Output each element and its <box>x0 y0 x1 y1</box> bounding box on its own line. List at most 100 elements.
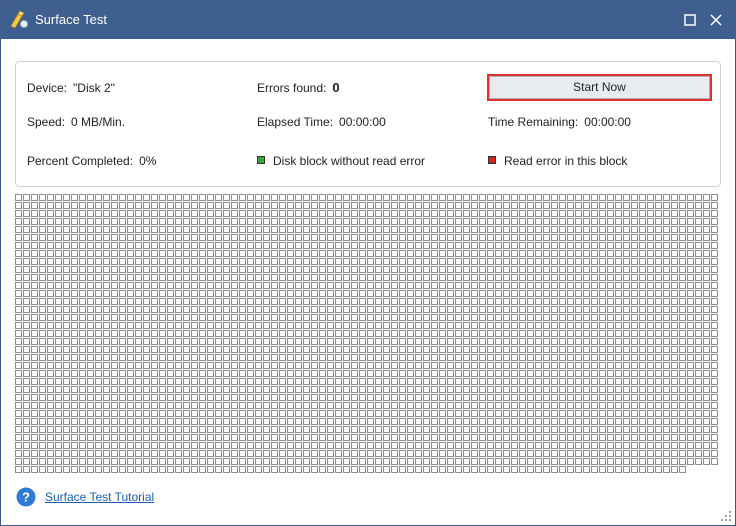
disk-block <box>367 266 374 273</box>
disk-block <box>599 266 606 273</box>
disk-block <box>511 394 518 401</box>
disk-block <box>151 274 158 281</box>
disk-block <box>703 314 710 321</box>
disk-block <box>495 210 502 217</box>
disk-block <box>303 378 310 385</box>
disk-block <box>655 250 662 257</box>
disk-block <box>479 242 486 249</box>
disk-block <box>23 242 30 249</box>
disk-block <box>567 402 574 409</box>
title-bar[interactable]: Surface Test <box>1 1 735 39</box>
disk-block <box>143 234 150 241</box>
disk-block <box>247 418 254 425</box>
disk-block <box>31 426 38 433</box>
disk-block <box>423 418 430 425</box>
surface-test-tutorial-link[interactable]: Surface Test Tutorial <box>45 490 154 504</box>
disk-block <box>79 362 86 369</box>
disk-block <box>527 330 534 337</box>
disk-block <box>79 458 86 465</box>
disk-block <box>455 378 462 385</box>
disk-block <box>343 426 350 433</box>
disk-block <box>399 338 406 345</box>
disk-block <box>183 354 190 361</box>
disk-block <box>351 434 358 441</box>
disk-block <box>143 434 150 441</box>
disk-block <box>159 226 166 233</box>
disk-block <box>271 354 278 361</box>
start-now-button[interactable]: Start Now <box>487 74 712 101</box>
disk-block <box>615 378 622 385</box>
disk-block <box>359 410 366 417</box>
disk-block <box>479 338 486 345</box>
disk-block <box>247 258 254 265</box>
disk-block <box>695 218 702 225</box>
disk-block <box>343 394 350 401</box>
disk-block <box>631 466 638 473</box>
disk-block <box>295 434 302 441</box>
disk-block <box>487 194 494 201</box>
disk-block <box>215 378 222 385</box>
disk-block <box>655 362 662 369</box>
disk-block <box>343 370 350 377</box>
maximize-icon[interactable] <box>680 10 700 30</box>
resize-grip-icon[interactable] <box>720 510 732 522</box>
disk-block <box>559 418 566 425</box>
disk-block <box>383 378 390 385</box>
disk-block <box>63 226 70 233</box>
disk-block <box>231 442 238 449</box>
disk-block <box>599 394 606 401</box>
disk-block <box>15 282 22 289</box>
disk-block <box>559 226 566 233</box>
disk-block <box>287 362 294 369</box>
disk-block <box>223 322 230 329</box>
disk-block <box>151 250 158 257</box>
disk-block <box>503 362 510 369</box>
disk-block <box>15 362 22 369</box>
disk-block <box>671 434 678 441</box>
disk-block <box>103 274 110 281</box>
disk-block <box>399 346 406 353</box>
disk-block <box>535 298 542 305</box>
disk-block <box>623 346 630 353</box>
disk-block <box>295 394 302 401</box>
disk-block <box>447 210 454 217</box>
disk-block <box>559 274 566 281</box>
disk-block <box>447 218 454 225</box>
disk-block <box>215 314 222 321</box>
elapsed-time-field: Elapsed Time: 00:00:00 <box>257 115 386 129</box>
disk-block <box>671 410 678 417</box>
disk-block <box>47 394 54 401</box>
disk-block <box>367 274 374 281</box>
disk-block <box>255 258 262 265</box>
disk-block <box>407 258 414 265</box>
disk-block <box>527 258 534 265</box>
disk-block <box>31 458 38 465</box>
disk-block <box>119 266 126 273</box>
close-icon[interactable] <box>706 10 726 30</box>
disk-block <box>511 298 518 305</box>
disk-block <box>239 266 246 273</box>
disk-block <box>687 322 694 329</box>
disk-block <box>327 466 334 473</box>
help-icon[interactable]: ? <box>16 487 36 507</box>
disk-block <box>591 210 598 217</box>
disk-block <box>263 314 270 321</box>
disk-block <box>143 378 150 385</box>
disk-block <box>15 210 22 217</box>
disk-block <box>319 202 326 209</box>
disk-block <box>167 322 174 329</box>
disk-block <box>103 258 110 265</box>
disk-block <box>447 394 454 401</box>
disk-block <box>711 378 718 385</box>
disk-block <box>31 202 38 209</box>
disk-block <box>687 258 694 265</box>
disk-block <box>647 394 654 401</box>
disk-block <box>447 266 454 273</box>
disk-block <box>31 234 38 241</box>
disk-block <box>359 426 366 433</box>
disk-block <box>703 218 710 225</box>
time-remaining-label: Time Remaining: <box>488 115 579 129</box>
disk-block <box>439 330 446 337</box>
disk-block <box>279 322 286 329</box>
disk-block <box>439 394 446 401</box>
